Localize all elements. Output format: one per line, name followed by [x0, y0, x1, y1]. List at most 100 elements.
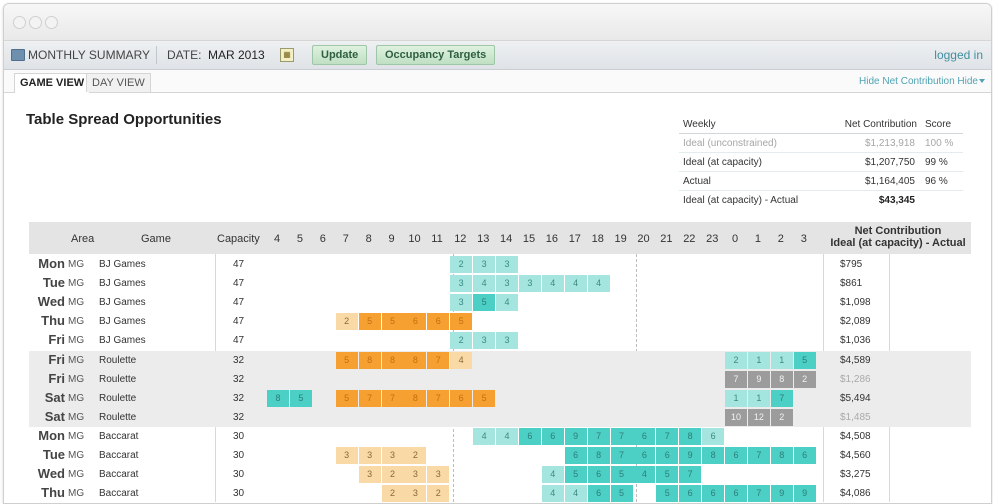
hour-cell[interactable]: 5 [610, 485, 633, 503]
hour-cell[interactable]: 6 [587, 485, 610, 503]
hour-cell[interactable]: 3 [473, 332, 496, 350]
hour-cell[interactable]: 3 [358, 447, 381, 464]
hour-cell[interactable]: 2 [381, 485, 404, 503]
hour-cell[interactable]: 8 [404, 351, 427, 369]
hour-cell[interactable]: 8 [702, 447, 725, 464]
tab-day-view[interactable]: DAY VIEW [86, 73, 151, 92]
hour-cell[interactable]: 4 [564, 275, 587, 293]
hour-cell[interactable]: 5 [335, 389, 358, 407]
hour-cell[interactable]: 9 [793, 485, 816, 503]
hour-cell[interactable]: 3 [518, 275, 541, 293]
hour-cell[interactable]: 6 [564, 447, 587, 464]
update-button[interactable]: Update [312, 45, 368, 65]
hour-cell[interactable]: 2 [450, 332, 473, 350]
maximize-window-icon[interactable] [45, 16, 58, 29]
hour-cell[interactable]: 3 [404, 466, 427, 484]
hour-cell[interactable]: 1 [747, 389, 770, 407]
hour-cell[interactable]: 1 [725, 389, 747, 407]
hour-cell[interactable]: 6 [656, 447, 679, 464]
hour-cell[interactable]: 2 [793, 370, 816, 388]
hide-link[interactable]: Hide [957, 76, 978, 87]
hour-cell[interactable]: 7 [656, 427, 679, 445]
hour-cell[interactable]: 6 [725, 485, 747, 503]
hour-cell[interactable]: 7 [427, 351, 450, 369]
hour-cell[interactable]: 1 [747, 351, 770, 369]
hour-cell[interactable]: 5 [450, 313, 473, 331]
hour-cell[interactable]: 7 [587, 427, 610, 445]
hour-cell[interactable]: 2 [404, 447, 427, 464]
hour-cell[interactable]: 8 [587, 447, 610, 464]
hour-cell[interactable]: 4 [633, 466, 656, 484]
hour-cell[interactable]: 4 [496, 427, 518, 445]
hour-cell[interactable]: 6 [725, 447, 747, 464]
hour-cell[interactable]: 7 [770, 389, 793, 407]
hour-cell[interactable]: 4 [473, 275, 496, 293]
hour-cell[interactable]: 4 [541, 466, 564, 484]
hour-cell[interactable]: 6 [793, 447, 816, 464]
hour-cell[interactable]: 9 [770, 485, 793, 503]
hour-cell[interactable]: 4 [450, 351, 473, 369]
hour-cell[interactable]: 4 [473, 427, 496, 445]
hour-cell[interactable]: 5 [381, 313, 404, 331]
hour-cell[interactable]: 7 [747, 485, 770, 503]
hour-cell[interactable]: 4 [541, 485, 564, 503]
hour-cell[interactable]: 7 [427, 389, 450, 407]
hour-cell[interactable]: 3 [473, 256, 496, 273]
monthly-summary-label[interactable]: MONTHLY SUMMARY [28, 48, 150, 62]
hour-cell[interactable]: 7 [358, 389, 381, 407]
hour-cell[interactable]: 5 [793, 351, 816, 369]
hour-cell[interactable]: 3 [358, 466, 381, 484]
hour-cell[interactable]: 3 [496, 275, 518, 293]
hour-cell[interactable]: 3 [335, 447, 358, 464]
hour-cell[interactable]: 5 [473, 389, 496, 407]
hour-cell[interactable]: 6 [541, 427, 564, 445]
hour-cell[interactable]: 2 [450, 256, 473, 273]
hour-cell[interactable]: 7 [381, 389, 404, 407]
logged-in-link[interactable]: logged in [934, 48, 983, 62]
hour-cell[interactable]: 6 [633, 447, 656, 464]
hour-cell[interactable]: 8 [770, 447, 793, 464]
hour-cell[interactable]: 3 [450, 294, 473, 312]
hour-cell[interactable]: 6 [702, 485, 725, 503]
minimize-window-icon[interactable] [29, 16, 42, 29]
hour-cell[interactable]: 5 [656, 485, 679, 503]
hour-cell[interactable]: 6 [702, 427, 725, 445]
hide-net-contribution-link[interactable]: Hide Net Contribution [859, 76, 955, 87]
hour-cell[interactable]: 9 [747, 370, 770, 388]
hour-cell[interactable]: 2 [335, 313, 358, 331]
hour-cell[interactable]: 3 [381, 447, 404, 464]
hour-cell[interactable]: 2 [381, 466, 404, 484]
hour-cell[interactable]: 2 [770, 408, 793, 426]
hour-cell[interactable]: 7 [610, 427, 633, 445]
hour-cell[interactable]: 5 [656, 466, 679, 484]
hour-cell[interactable]: 7 [679, 466, 702, 484]
hour-cell[interactable]: 5 [289, 389, 312, 407]
hour-cell[interactable]: 6 [404, 313, 427, 331]
hour-cell[interactable]: 6 [679, 485, 702, 503]
hour-cell[interactable]: 3 [496, 332, 518, 350]
hour-cell[interactable]: 5 [610, 466, 633, 484]
hour-cell[interactable]: 3 [496, 256, 518, 273]
chevron-down-icon[interactable] [979, 79, 985, 84]
hour-cell[interactable]: 4 [587, 275, 610, 293]
hour-cell[interactable]: 10 [725, 408, 747, 426]
occupancy-targets-button[interactable]: Occupancy Targets [376, 45, 496, 65]
hour-cell[interactable]: 6 [427, 313, 450, 331]
hour-cell[interactable]: 4 [496, 294, 518, 312]
hour-cell[interactable]: 8 [404, 389, 427, 407]
hour-cell[interactable]: 4 [541, 275, 564, 293]
hour-cell[interactable]: 12 [747, 408, 770, 426]
hour-cell[interactable]: 9 [564, 427, 587, 445]
hour-cell[interactable]: 8 [381, 351, 404, 369]
hour-cell[interactable]: 9 [679, 447, 702, 464]
hour-cell[interactable]: 3 [404, 485, 427, 503]
tab-game-view[interactable]: GAME VIEW [14, 73, 91, 93]
hour-cell[interactable]: 6 [633, 427, 656, 445]
hour-cell[interactable]: 7 [747, 447, 770, 464]
hour-cell[interactable]: 3 [450, 275, 473, 293]
hour-cell[interactable]: 2 [427, 485, 450, 503]
hour-cell[interactable]: 2 [725, 351, 747, 369]
hour-cell[interactable]: 7 [610, 447, 633, 464]
hour-cell[interactable]: 5 [358, 313, 381, 331]
hour-cell[interactable]: 1 [770, 351, 793, 369]
